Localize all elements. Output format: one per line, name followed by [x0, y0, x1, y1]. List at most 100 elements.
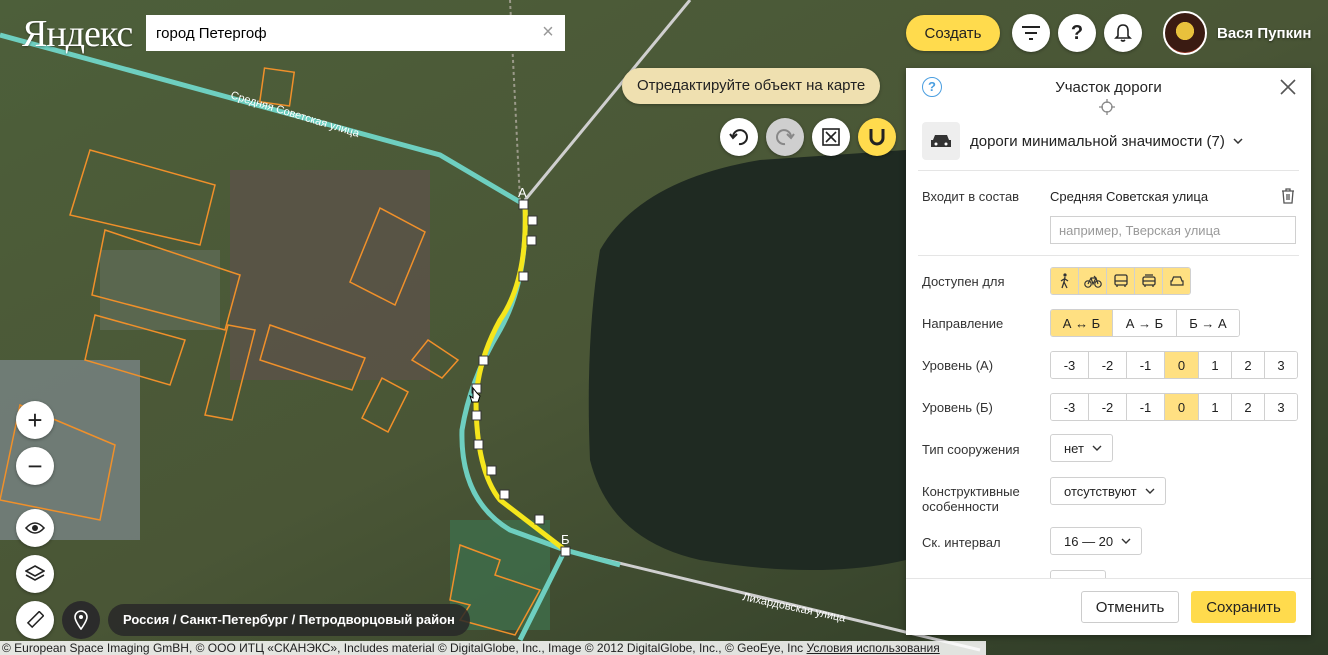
- terms-link[interactable]: Условия использования: [807, 641, 940, 655]
- layers-icon: [25, 565, 45, 581]
- access-label: Доступен для: [922, 274, 1005, 289]
- panel-footer: Отменить Сохранить: [906, 578, 1311, 635]
- level-b-option[interactable]: -1: [1127, 394, 1165, 420]
- help-button[interactable]: ?: [1058, 14, 1096, 52]
- bus-access-toggle[interactable]: [1107, 268, 1135, 294]
- level-b-option[interactable]: 2: [1232, 394, 1265, 420]
- level-b-option[interactable]: 1: [1199, 394, 1232, 420]
- level-b-option[interactable]: 0: [1165, 394, 1199, 420]
- level-a-toggle-group: -3 -2 -1 0 1 2 3: [1050, 351, 1298, 379]
- level-a-option[interactable]: -1: [1127, 352, 1165, 378]
- direction-toggle-group: А ↔ Б А → Б Б → А: [1050, 309, 1240, 337]
- car-access-toggle[interactable]: [1163, 268, 1190, 294]
- pin-icon: [74, 610, 88, 630]
- speed-label: Ск. интервал: [922, 535, 1001, 550]
- filter-button[interactable]: [1012, 14, 1050, 52]
- road-segment-panel: ? Участок дороги дороги минимальной знач…: [906, 68, 1311, 635]
- undo-button[interactable]: [720, 118, 758, 156]
- speed-value: 16 — 20: [1064, 533, 1114, 549]
- avatar: [1163, 11, 1207, 55]
- member-label: Входит в состав: [922, 189, 1020, 204]
- road-type-selector[interactable]: дороги минимальной значимости (7): [922, 122, 1243, 160]
- level-b-option[interactable]: -3: [1051, 394, 1089, 420]
- bell-icon: [1114, 24, 1132, 42]
- chevron-down-icon: [1121, 538, 1131, 544]
- ruler-button[interactable]: [16, 601, 54, 639]
- level-a-option[interactable]: 0: [1165, 352, 1199, 378]
- features-label: Конструктивные особенности: [922, 484, 1020, 514]
- redo-button[interactable]: [766, 118, 804, 156]
- close-icon[interactable]: [1279, 78, 1297, 96]
- level-b-option[interactable]: -2: [1089, 394, 1127, 420]
- notifications-button[interactable]: [1104, 14, 1142, 52]
- yandex-logo[interactable]: Яндекс: [22, 12, 133, 56]
- features-value: отсутствуют: [1064, 483, 1137, 499]
- question-icon: ?: [1070, 21, 1084, 44]
- pedestrian-access-toggle[interactable]: [1051, 268, 1079, 294]
- structure-value: нет: [1064, 440, 1084, 456]
- level-a-option[interactable]: 1: [1199, 352, 1232, 378]
- car-icon: [1169, 276, 1184, 286]
- redo-icon: [776, 129, 795, 146]
- direction-b-to-a[interactable]: Б → А: [1177, 310, 1239, 336]
- ruler-icon: [26, 611, 44, 629]
- search-input[interactable]: [146, 15, 565, 51]
- level-b-label: Уровень (Б): [922, 400, 993, 415]
- delete-object-button[interactable]: [812, 118, 850, 156]
- pedestrian-icon: [1060, 273, 1068, 289]
- trolleybus-access-toggle[interactable]: [1135, 268, 1163, 294]
- bicycle-icon: [1083, 275, 1102, 288]
- chevron-down-icon: [1145, 488, 1155, 494]
- bus-icon: [1113, 274, 1128, 287]
- location-button[interactable]: [62, 601, 100, 639]
- zoom-in-button[interactable]: +: [16, 401, 54, 439]
- member-street-input[interactable]: [1050, 216, 1296, 244]
- breadcrumb[interactable]: Россия / Санкт-Петербург / Петродворцовы…: [108, 604, 470, 636]
- snap-magnet-button[interactable]: [858, 118, 896, 156]
- copyright-bar: © European Space Imaging GmBH, © ООО ИТЦ…: [0, 641, 986, 655]
- level-a-option[interactable]: -3: [1051, 352, 1089, 378]
- copyright-text: © European Space Imaging GmBH, © ООО ИТЦ…: [2, 641, 804, 655]
- panel-title: Участок дороги: [1055, 79, 1162, 96]
- center-on-map-icon[interactable]: [1099, 99, 1115, 115]
- cancel-button[interactable]: Отменить: [1081, 591, 1179, 623]
- create-button[interactable]: Создать: [906, 15, 1000, 51]
- road-type-label: дороги минимальной значимости (7): [970, 132, 1225, 150]
- direction-both[interactable]: А ↔ Б: [1051, 310, 1113, 336]
- eye-icon: [25, 522, 45, 534]
- level-a-option[interactable]: 2: [1232, 352, 1265, 378]
- chevron-down-icon: [1092, 445, 1102, 451]
- remove-vertex-icon: [822, 128, 840, 146]
- level-a-option[interactable]: 3: [1265, 352, 1297, 378]
- minus-icon: −: [27, 451, 43, 481]
- structure-dropdown[interactable]: нет: [1050, 434, 1113, 462]
- access-toggle-group: [1050, 267, 1191, 295]
- member-street-value[interactable]: Средняя Советская улица: [1050, 189, 1208, 204]
- chevron-down-icon: [1233, 138, 1243, 144]
- level-a-label: Уровень (А): [922, 358, 994, 373]
- filter-icon: [1022, 26, 1040, 40]
- point-a-label: А: [518, 185, 527, 200]
- undo-icon: [729, 129, 748, 146]
- plus-icon: +: [27, 405, 43, 435]
- view-button[interactable]: [16, 509, 54, 547]
- level-b-option[interactable]: 3: [1265, 394, 1297, 420]
- level-a-option[interactable]: -2: [1089, 352, 1127, 378]
- direction-a-to-b[interactable]: А → Б: [1113, 310, 1177, 336]
- level-b-toggle-group: -3 -2 -1 0 1 2 3: [1050, 393, 1298, 421]
- user-name: Вася Пупкин: [1217, 24, 1312, 42]
- layers-button[interactable]: [16, 555, 54, 593]
- speed-dropdown[interactable]: 16 — 20: [1050, 527, 1143, 555]
- bicycle-access-toggle[interactable]: [1079, 268, 1107, 294]
- car-road-icon: [922, 122, 960, 160]
- structure-label: Тип сооружения: [922, 442, 1020, 457]
- clear-search-icon[interactable]: ×: [539, 22, 557, 42]
- features-dropdown[interactable]: отсутствуют: [1050, 477, 1166, 505]
- search-box[interactable]: ×: [146, 15, 565, 51]
- edit-hint: Отредактируйте объект на карте: [622, 68, 881, 104]
- user-menu[interactable]: Вася Пупкин: [1163, 11, 1311, 55]
- trash-icon[interactable]: [1281, 188, 1295, 204]
- direction-label: Направление: [922, 316, 1004, 331]
- save-button[interactable]: Сохранить: [1191, 591, 1296, 623]
- zoom-out-button[interactable]: −: [16, 447, 54, 485]
